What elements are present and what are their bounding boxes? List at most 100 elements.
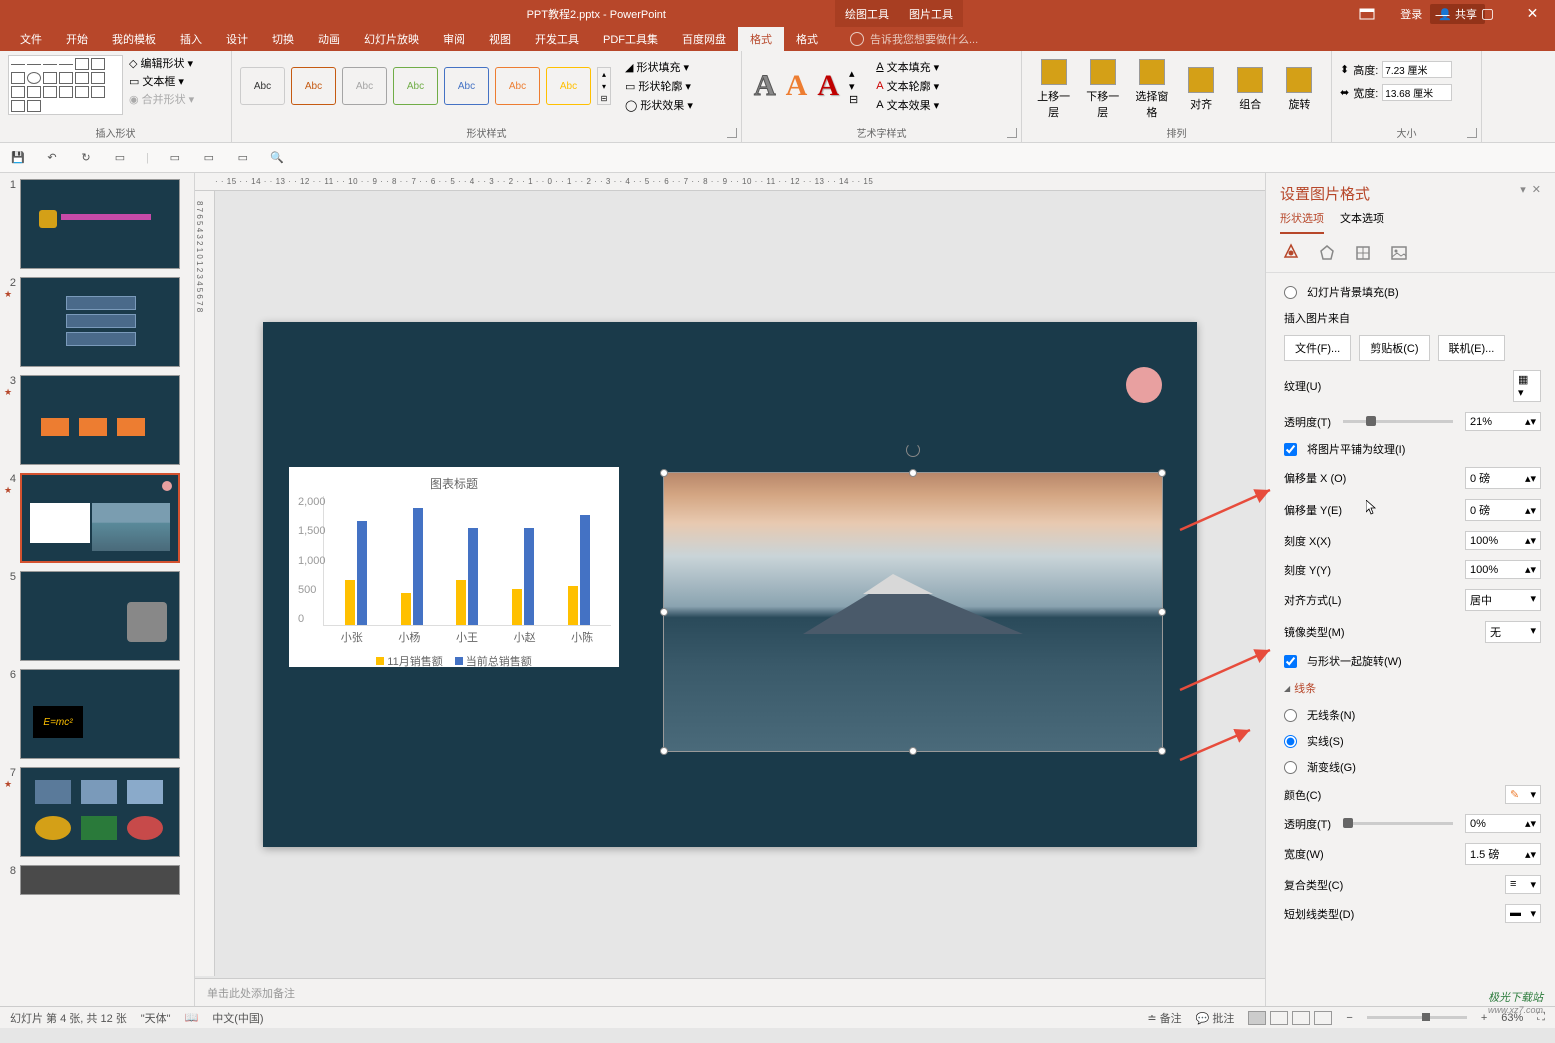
resize-handle-w[interactable] <box>660 608 668 616</box>
insert-online-button[interactable]: 联机(E)... <box>1438 335 1506 361</box>
tab-insert[interactable]: 插入 <box>168 27 214 51</box>
shapes-gallery[interactable] <box>8 55 123 115</box>
notes-pane[interactable]: 单击此处添加备注 <box>195 978 1265 1006</box>
resize-handle-se[interactable] <box>1158 747 1166 755</box>
line-section-header[interactable]: 线条 <box>1284 674 1541 702</box>
mirror-select[interactable]: 无▾ <box>1485 621 1541 643</box>
slide-thumb-1[interactable] <box>20 179 180 269</box>
panel-close-button[interactable]: ✕ <box>1532 183 1541 204</box>
start-slideshow-button[interactable]: ▭ <box>112 150 128 166</box>
shape-style-2[interactable]: Abc <box>291 67 336 105</box>
tab-template[interactable]: 我的模板 <box>100 27 168 51</box>
slide-thumb-3[interactable] <box>20 375 180 465</box>
chart-object[interactable]: 图表标题 2,0001,5001,0005000 小张小杨小王小赵小陈 11月销… <box>289 467 619 667</box>
resize-handle-ne[interactable] <box>1158 469 1166 477</box>
picture-icon[interactable] <box>1388 242 1410 264</box>
slide-bg-fill-radio[interactable] <box>1284 286 1297 299</box>
qat-btn-2[interactable]: ▭ <box>201 150 217 166</box>
bring-forward-button[interactable]: 上移一层 <box>1030 55 1077 124</box>
login-link[interactable]: 登录 <box>1400 6 1422 22</box>
line-transparency-input[interactable]: 0%▴▾ <box>1465 814 1541 833</box>
panel-dropdown-icon[interactable]: ▾ <box>1520 183 1526 204</box>
effects-icon[interactable] <box>1316 242 1338 264</box>
wordart-style-2[interactable]: A <box>786 69 808 103</box>
resize-handle-sw[interactable] <box>660 747 668 755</box>
slide-thumbnails-panel[interactable]: 1 2★ 3★ 4★ 5 6E=mc² 7★ 8 <box>0 173 195 1006</box>
tell-me-search[interactable]: 告诉我您想要做什么... <box>850 31 978 47</box>
zoom-out-button[interactable]: − <box>1346 1012 1352 1024</box>
redo-button[interactable]: ↻ <box>78 150 94 166</box>
edit-shape-button[interactable]: ◇ 编辑形状 ▾ <box>129 55 194 71</box>
shape-style-4[interactable]: Abc <box>393 67 438 105</box>
tab-format-picture[interactable]: 格式 <box>784 27 830 51</box>
undo-button[interactable]: ↶ <box>44 150 60 166</box>
gradient-line-radio[interactable] <box>1284 761 1297 774</box>
slideshow-view-button[interactable] <box>1314 1011 1332 1025</box>
rotate-handle[interactable] <box>906 443 920 457</box>
slide-thumb-2[interactable] <box>20 277 180 367</box>
sorter-view-button[interactable] <box>1270 1011 1288 1025</box>
close-button[interactable]: ✕ <box>1510 0 1555 27</box>
compound-type-select[interactable]: ≡▾ <box>1505 875 1541 894</box>
merge-shapes-button[interactable]: ◉ 合并形状 ▾ <box>129 91 194 107</box>
tab-slideshow[interactable]: 幻灯片放映 <box>352 27 431 51</box>
shape-style-1[interactable]: Abc <box>240 67 285 105</box>
panel-tab-shape[interactable]: 形状选项 <box>1280 210 1324 234</box>
zoom-in-button[interactable]: + <box>1481 1012 1487 1024</box>
slide-thumb-6[interactable]: E=mc² <box>20 669 180 759</box>
text-box-button[interactable]: ▭ 文本框 ▾ <box>129 73 194 89</box>
wordart-style-1[interactable]: A <box>754 69 776 103</box>
size-properties-icon[interactable] <box>1352 242 1374 264</box>
slide[interactable]: 图表标题 2,0001,5001,0005000 小张小杨小王小赵小陈 11月销… <box>263 322 1197 847</box>
text-effects-button[interactable]: A 文本效果 ▾ <box>876 97 939 113</box>
tab-animation[interactable]: 动画 <box>306 27 352 51</box>
align-button[interactable]: 对齐 <box>1178 55 1225 124</box>
line-color-picker[interactable]: ✎▾ <box>1505 785 1541 804</box>
tab-format-drawing[interactable]: 格式 <box>738 27 784 51</box>
style-gallery-expand[interactable]: ▴▾⊟ <box>597 67 611 105</box>
transparency-input[interactable]: 21%▴▾ <box>1465 412 1541 431</box>
shape-outline-button[interactable]: ▭ 形状轮廓 ▾ <box>625 78 693 94</box>
rotate-button[interactable]: 旋转 <box>1276 55 1323 124</box>
offset-x-input[interactable]: 0 磅▴▾ <box>1465 467 1541 489</box>
solid-line-radio[interactable] <box>1284 735 1297 748</box>
dialog-launcher[interactable] <box>1007 128 1017 138</box>
dialog-launcher[interactable] <box>727 128 737 138</box>
alignment-select[interactable]: 居中▾ <box>1465 589 1541 611</box>
panel-body[interactable]: 幻灯片背景填充(B) 插入图片来自 文件(F)... 剪贴板(C) 联机(E).… <box>1266 273 1555 1006</box>
scale-y-input[interactable]: 100%▴▾ <box>1465 560 1541 579</box>
shape-style-5[interactable]: Abc <box>444 67 489 105</box>
tab-file[interactable]: 文件 <box>8 27 54 51</box>
tab-transition[interactable]: 切换 <box>260 27 306 51</box>
language-indicator[interactable]: 中文(中国) <box>212 1010 263 1026</box>
tile-checkbox[interactable] <box>1284 443 1297 456</box>
drawing-tools-tab[interactable]: 绘图工具 <box>835 0 899 27</box>
height-input[interactable] <box>1382 61 1452 78</box>
no-line-radio[interactable] <box>1284 709 1297 722</box>
slide-thumb-5[interactable] <box>20 571 180 661</box>
insert-file-button[interactable]: 文件(F)... <box>1284 335 1351 361</box>
ribbon-display-button[interactable] <box>1359 0 1375 27</box>
wordart-style-3[interactable]: A <box>817 69 839 103</box>
qat-btn-1[interactable]: ▭ <box>167 150 183 166</box>
maximize-button[interactable]: ▢ <box>1465 0 1510 27</box>
tab-baidu[interactable]: 百度网盘 <box>670 27 738 51</box>
zoom-slider[interactable] <box>1367 1016 1467 1019</box>
resize-handle-s[interactable] <box>909 747 917 755</box>
text-fill-button[interactable]: A 文本填充 ▾ <box>876 59 939 75</box>
text-outline-button[interactable]: A 文本轮廓 ▾ <box>876 78 939 94</box>
zoom-button[interactable]: 🔍 <box>269 150 285 166</box>
offset-y-input[interactable]: 0 磅▴▾ <box>1465 499 1541 521</box>
selection-pane-button[interactable]: 选择窗格 <box>1128 55 1175 124</box>
minimize-button[interactable]: — <box>1420 0 1465 27</box>
send-backward-button[interactable]: 下移一层 <box>1079 55 1126 124</box>
panel-tab-text[interactable]: 文本选项 <box>1340 210 1384 234</box>
picture-object[interactable] <box>663 472 1163 752</box>
width-input[interactable] <box>1382 84 1452 101</box>
resize-handle-n[interactable] <box>909 469 917 477</box>
dialog-launcher[interactable] <box>1467 128 1477 138</box>
shape-style-7[interactable]: Abc <box>546 67 591 105</box>
slide-thumb-4[interactable] <box>20 473 180 563</box>
pink-circle-shape[interactable] <box>1126 367 1162 403</box>
slide-thumb-8[interactable] <box>20 865 180 895</box>
